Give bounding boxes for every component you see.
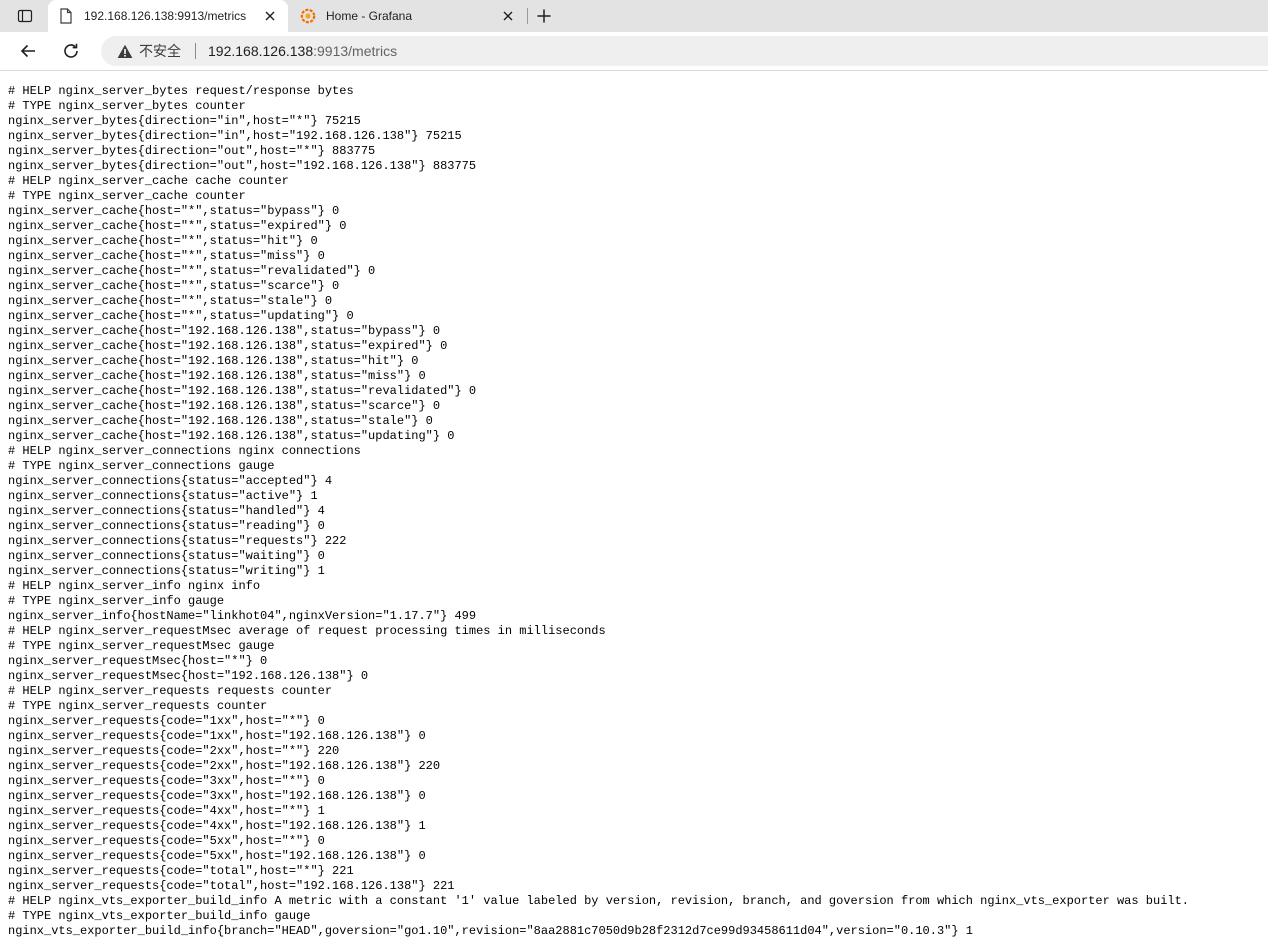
new-tab-button[interactable] (532, 4, 556, 28)
metric-line: nginx_server_requests{code="3xx",host="*… (8, 774, 325, 788)
metric-comment-line: # HELP nginx_vts_exporter_build_info A m… (8, 894, 1189, 908)
tab-title: Home - Grafana (326, 9, 413, 23)
metric-comment-line: # TYPE nginx_server_requests counter (8, 699, 268, 713)
metric-line: nginx_server_requests{code="4xx",host="*… (8, 804, 325, 818)
tab-actions-button[interactable] (8, 4, 42, 28)
metric-line: nginx_server_cache{host="*",status="scar… (8, 279, 340, 293)
metric-comment-line: # TYPE nginx_server_bytes counter (8, 99, 246, 113)
metric-line: nginx_server_requests{code="5xx",host="1… (8, 849, 426, 863)
metric-line: nginx_server_cache{host="*",status="stal… (8, 294, 333, 308)
address-divider (195, 43, 196, 59)
metric-line: nginx_server_cache{host="192.168.126.138… (8, 369, 426, 383)
metric-line: nginx_server_cache{host="192.168.126.138… (8, 414, 433, 428)
metric-line: nginx_server_connections{status="writing… (8, 564, 325, 578)
metric-line: nginx_server_requests{code="2xx",host="1… (8, 759, 441, 773)
metric-line: nginx_server_bytes{direction="out",host=… (8, 159, 477, 173)
metric-line: nginx_server_bytes{direction="out",host=… (8, 144, 376, 158)
metric-comment-line: # TYPE nginx_server_connections gauge (8, 459, 275, 473)
reload-button[interactable] (57, 37, 85, 65)
metric-line: nginx_server_connections{status="request… (8, 534, 347, 548)
metric-comment-line: # HELP nginx_server_requestMsec average … (8, 624, 606, 638)
metric-line: nginx_server_connections{status="accepte… (8, 474, 333, 488)
metric-line: nginx_server_requests{code="total",host=… (8, 864, 354, 878)
metric-line: nginx_server_requests{code="total",host=… (8, 879, 455, 893)
plus-icon (537, 9, 551, 23)
metric-line: nginx_server_requests{code="2xx",host="*… (8, 744, 340, 758)
metric-line: nginx_server_requests{code="3xx",host="1… (8, 789, 426, 803)
metric-line: nginx_server_cache{host="*",status="hit"… (8, 234, 318, 248)
metric-line: nginx_server_requests{code="1xx",host="1… (8, 729, 426, 743)
metric-line: nginx_server_bytes{direction="in",host="… (8, 114, 361, 128)
metric-line: nginx_server_connections{status="waiting… (8, 549, 325, 563)
url-path: :9913/metrics (313, 43, 398, 59)
metrics-text: # HELP nginx_server_bytes request/respon… (8, 84, 1189, 939)
metric-comment-line: # HELP nginx_server_requests requests co… (8, 684, 333, 698)
metric-line: nginx_server_info{hostName="linkhot04",n… (8, 609, 477, 623)
grafana-icon (300, 8, 316, 24)
metric-comment-line: # TYPE nginx_server_cache counter (8, 189, 246, 203)
metric-line: nginx_server_cache{host="192.168.126.138… (8, 354, 419, 368)
close-tab-icon[interactable] (260, 6, 280, 26)
metric-line: nginx_server_connections{status="handled… (8, 504, 325, 518)
browser-window: 192.168.126.138:9913/metrics Home - Graf… (0, 0, 1268, 942)
metric-line: nginx_server_requests{code="5xx",host="*… (8, 834, 325, 848)
metric-line: nginx_server_cache{host="*",status="bypa… (8, 204, 340, 218)
metric-line: nginx_server_cache{host="192.168.126.138… (8, 399, 441, 413)
metric-comment-line: # TYPE nginx_server_info gauge (8, 594, 225, 608)
metric-comment-line: # HELP nginx_server_connections nginx co… (8, 444, 361, 458)
reload-icon (64, 43, 78, 58)
metric-line: nginx_server_cache{host="192.168.126.138… (8, 324, 441, 338)
metric-line: nginx_server_requestMsec{host="*"} 0 (8, 654, 268, 668)
metric-comment-line: # HELP nginx_server_info nginx info (8, 579, 261, 593)
warning-icon[interactable] (117, 43, 133, 59)
metric-comment-line: # HELP nginx_server_cache cache counter (8, 174, 289, 188)
toolbar: 不安全 192.168.126.138:9913/metrics (0, 32, 1268, 71)
tab-separator (527, 8, 528, 24)
metric-line: nginx_server_cache{host="*",status="expi… (8, 219, 347, 233)
metric-line: nginx_server_cache{host="*",status="reva… (8, 264, 376, 278)
metric-line: nginx_server_bytes{direction="in",host="… (8, 129, 462, 143)
metric-line: nginx_server_cache{host="192.168.126.138… (8, 429, 455, 443)
metric-line: nginx_server_cache{host="192.168.126.138… (8, 339, 448, 353)
tab-strip: 192.168.126.138:9913/metrics Home - Graf… (0, 0, 1268, 32)
metric-line: nginx_server_requests{code="1xx",host="*… (8, 714, 325, 728)
metric-line: nginx_server_cache{host="*",status="miss… (8, 249, 325, 263)
metric-line: nginx_vts_exporter_build_info{branch="HE… (8, 924, 973, 938)
page-icon (58, 8, 74, 24)
tab-grafana[interactable]: Home - Grafana (290, 0, 526, 32)
tab-metrics[interactable]: 192.168.126.138:9913/metrics (48, 0, 288, 32)
metric-line: nginx_server_cache{host="192.168.126.138… (8, 384, 477, 398)
address-bar[interactable]: 不安全 192.168.126.138:9913/metrics (101, 36, 1268, 66)
tab-title: 192.168.126.138:9913/metrics (84, 9, 247, 23)
security-status-label[interactable]: 不安全 (139, 41, 181, 61)
metric-comment-line: # TYPE nginx_server_requestMsec gauge (8, 639, 275, 653)
metric-line: nginx_server_connections{status="reading… (8, 519, 325, 533)
metric-line: nginx_server_cache{host="*",status="upda… (8, 309, 354, 323)
back-button[interactable] (14, 37, 42, 65)
metric-comment-line: # HELP nginx_server_bytes request/respon… (8, 84, 354, 98)
page-content: # HELP nginx_server_bytes request/respon… (0, 71, 1268, 942)
back-arrow-icon (20, 44, 35, 58)
metric-line: nginx_server_requests{code="4xx",host="1… (8, 819, 426, 833)
metric-line: nginx_server_requestMsec{host="192.168.1… (8, 669, 369, 683)
url-host: 192.168.126.138 (208, 43, 314, 59)
tab-actions-icon (17, 9, 33, 23)
metric-line: nginx_server_connections{status="active"… (8, 489, 318, 503)
close-tab-icon[interactable] (498, 6, 518, 26)
metric-comment-line: # TYPE nginx_vts_exporter_build_info gau… (8, 909, 311, 923)
